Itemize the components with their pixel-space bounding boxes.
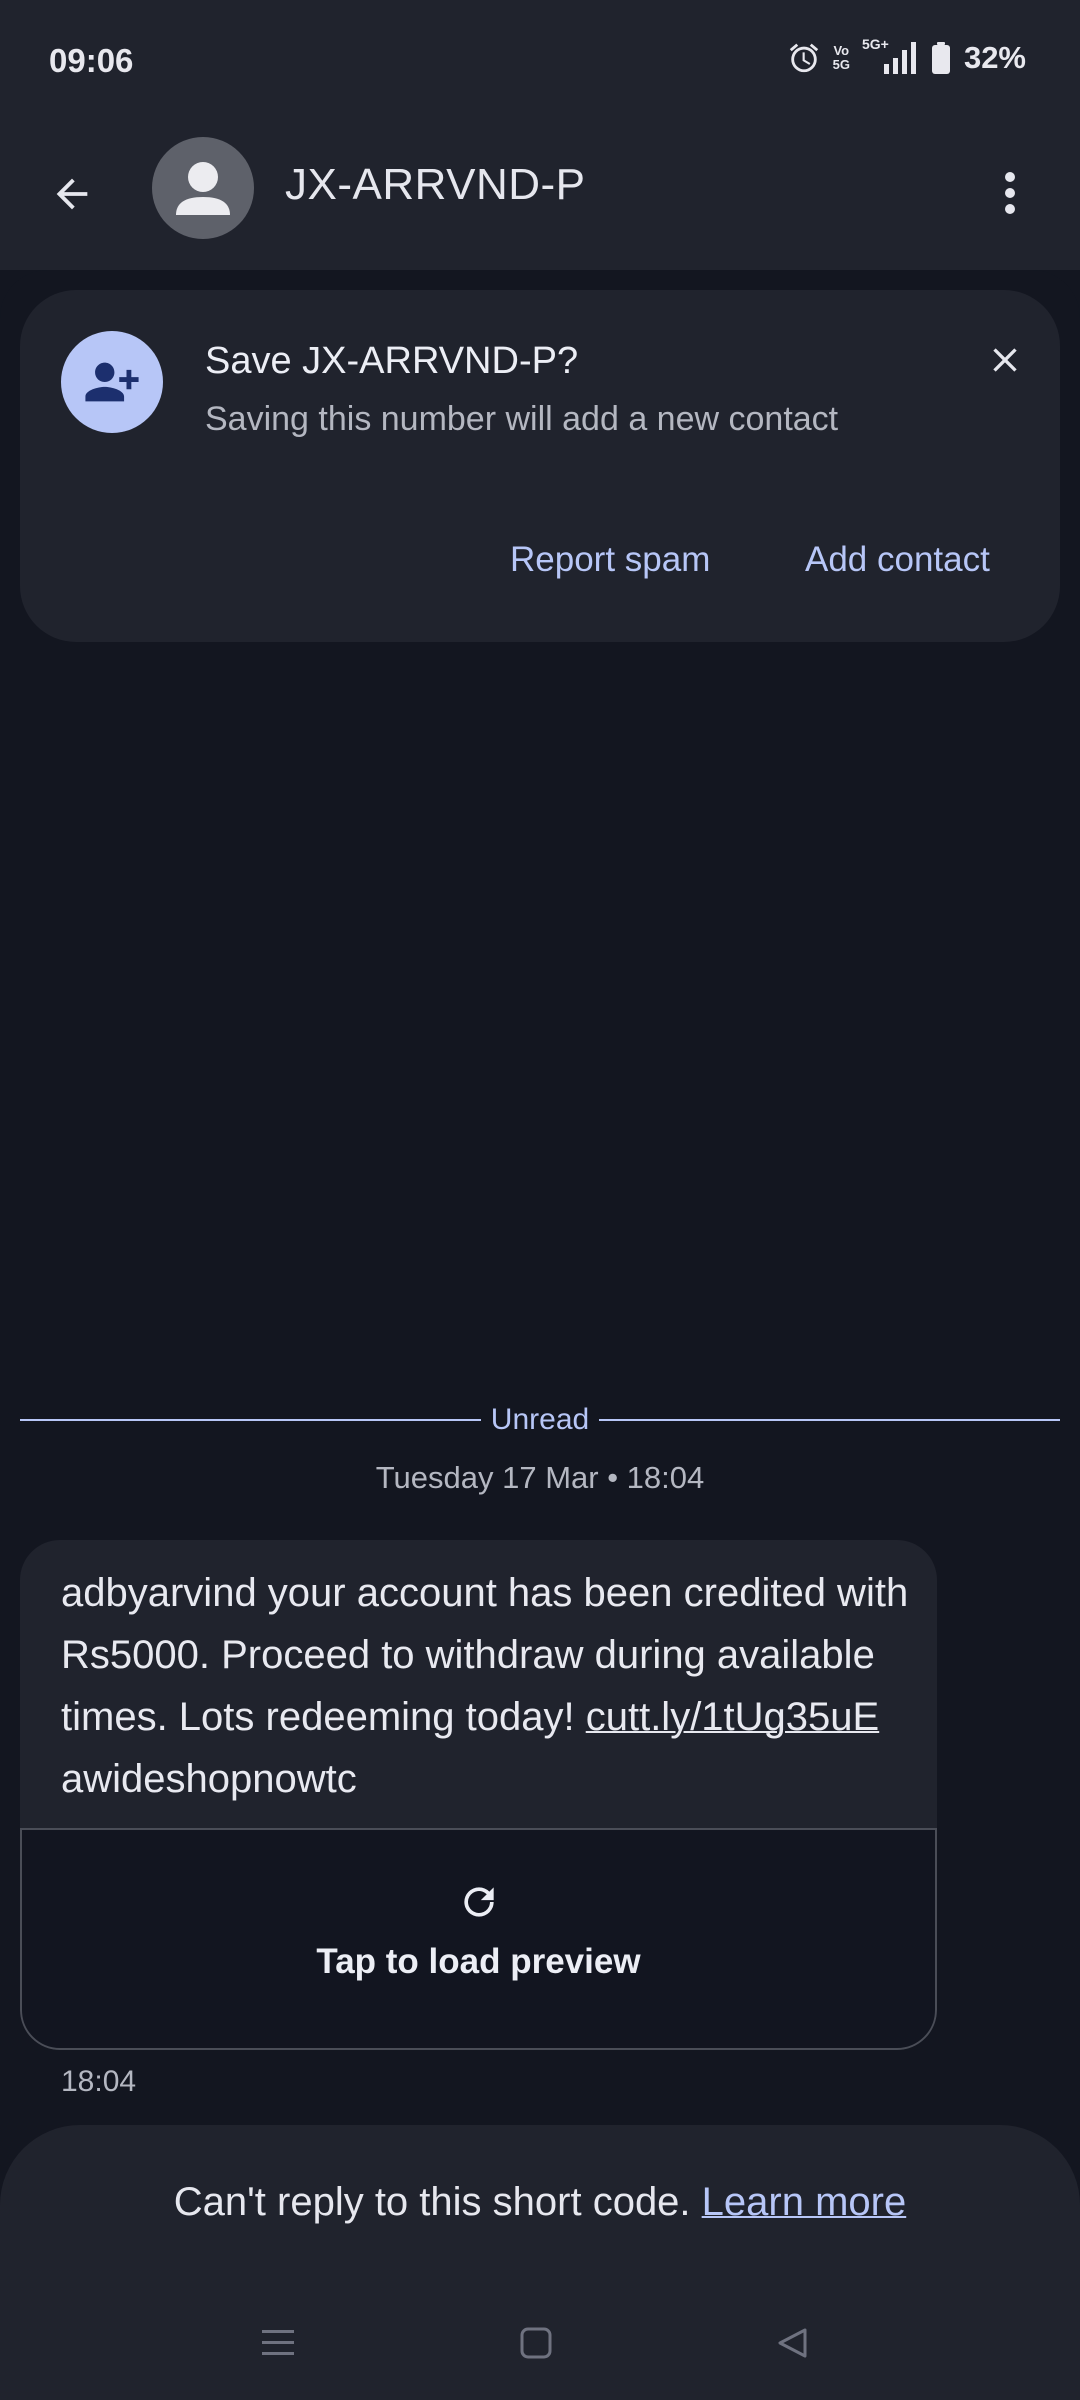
add-contact-button[interactable]: Add contact [805,540,990,580]
message-time: 18:04 [61,2065,137,2098]
battery-icon [931,42,950,74]
message-text: adbyarvind your account has been credite… [61,1571,909,1801]
status-icons: Vo 5G 5G+ 32% [787,36,1026,76]
divider-line [20,1419,481,1421]
battery-percent: 32% [963,40,1026,75]
status-bar: 09:06 Vo 5G 5G+ 32% [0,0,1080,120]
report-spam-button[interactable]: Report spam [510,540,710,580]
unread-label: Unread [490,1403,590,1436]
compose-area: Can't reply to this short code. Learn mo… [0,2125,1080,2285]
unread-divider: Unread [20,1400,1060,1440]
back-arrow-icon[interactable] [40,162,104,226]
alarm-icon [787,41,821,75]
volte-icon: Vo 5G [832,43,850,72]
app-bar: JX-ARRVND-P [0,120,1080,270]
avatar-person-icon [176,162,230,215]
save-card-title: Save JX-ARRVND-P? [205,340,579,382]
recents-icon[interactable] [248,2313,308,2373]
more-vert-icon[interactable] [990,158,1030,228]
person-add-icon [61,331,163,433]
home-icon[interactable] [506,2313,566,2373]
contact-name[interactable]: JX-ARRVND-P [285,160,586,210]
refresh-icon [464,1887,494,1917]
conversation-timestamp: Tuesday 17 Mar • 18:04 [375,1460,705,1495]
preview-label: Tap to load preview [316,1942,641,1981]
link-preview[interactable]: Tap to load preview [20,1828,937,2050]
cant-reply-notice: Can't reply to this short code. Learn mo… [173,2180,907,2224]
save-card-subtitle: Saving this number will add a new contac… [205,400,839,438]
save-contact-card: Save JX-ARRVND-P? Saving this number wil… [20,290,1060,642]
back-icon[interactable] [762,2313,822,2373]
avatar[interactable] [152,137,254,239]
message-bubble[interactable]: adbyarvind your account has been credite… [20,1540,937,2050]
close-icon[interactable] [975,330,1035,390]
status-time: 09:06 [49,42,134,79]
message-link[interactable]: cutt.ly/1tUg35uE [586,1695,880,1739]
navigation-bar [0,2285,1080,2400]
learn-more-link[interactable]: Learn more [702,2180,907,2224]
divider-line [599,1419,1060,1421]
signal-icon: 5G+ [862,36,920,76]
